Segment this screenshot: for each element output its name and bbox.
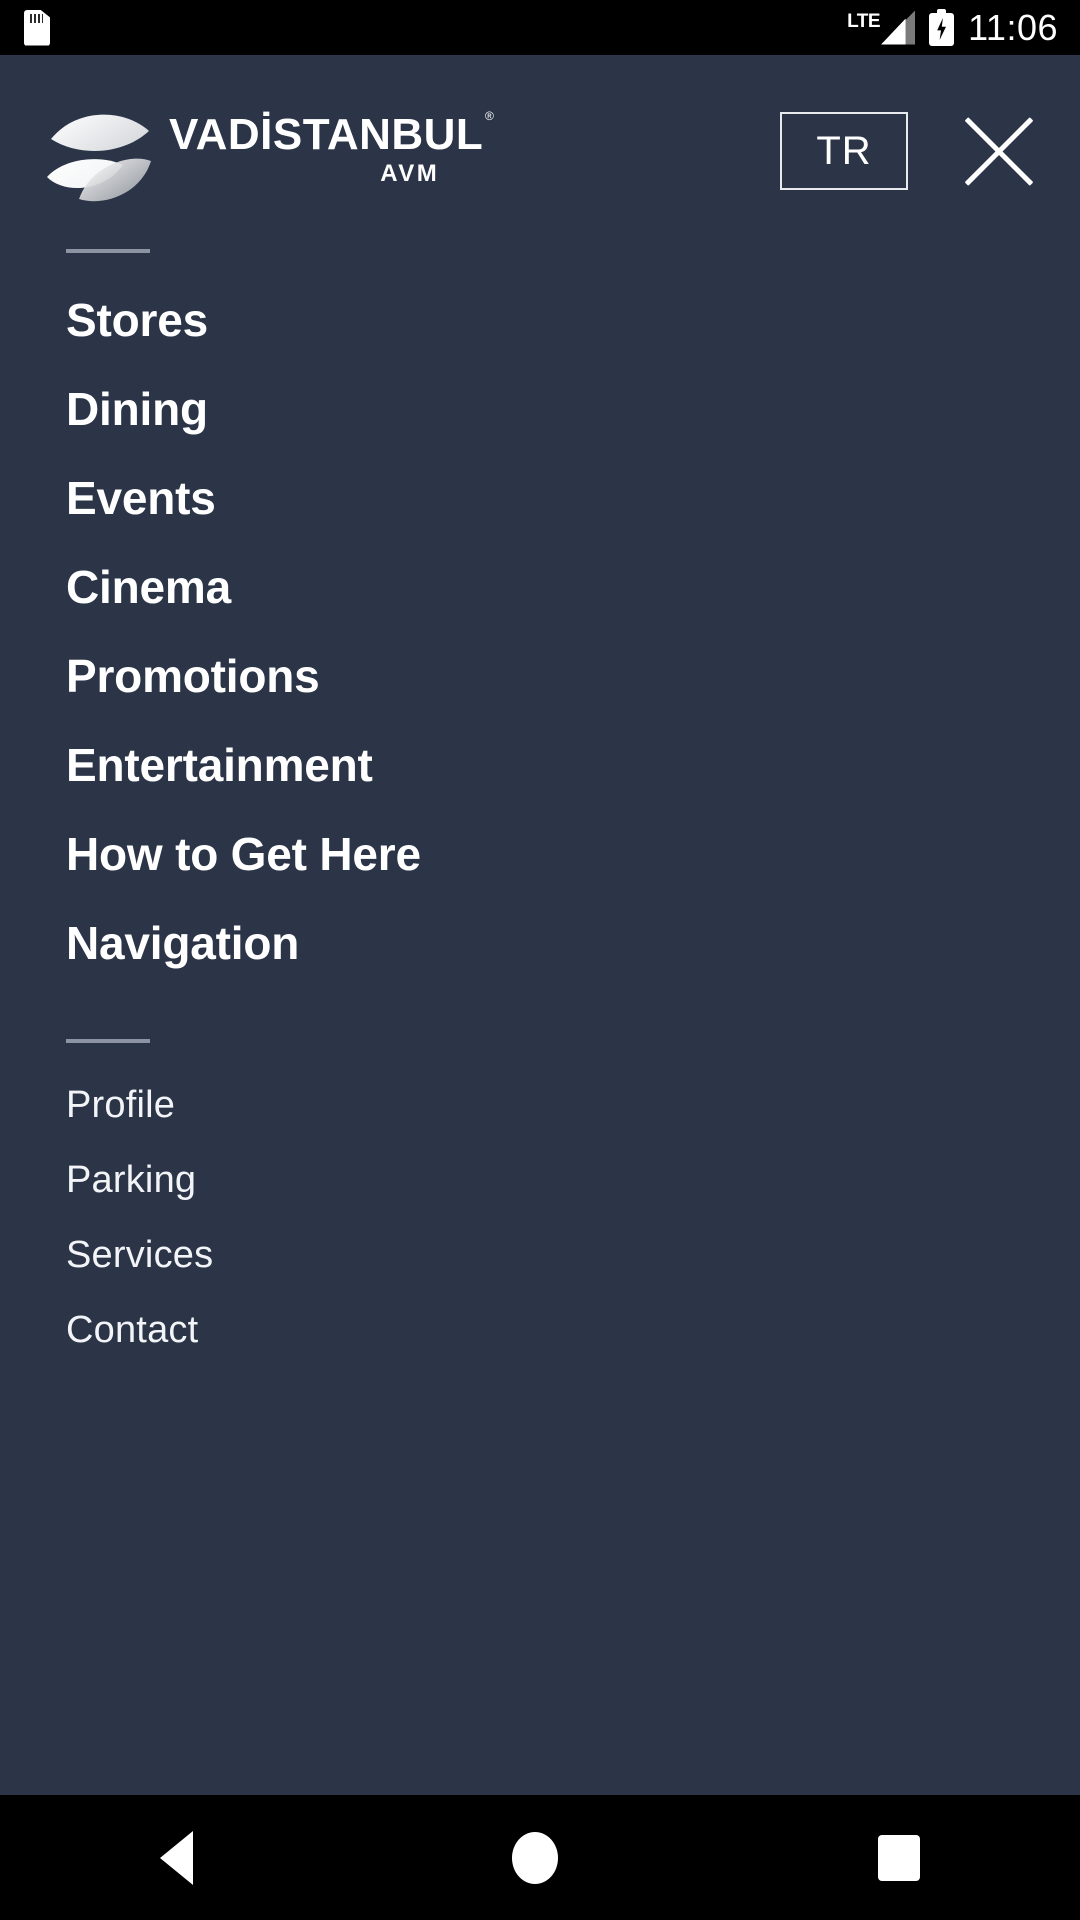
menu-item-events[interactable]: Events bbox=[66, 453, 1080, 542]
menu-item-parking[interactable]: Parking bbox=[66, 1142, 1080, 1217]
menu-item-dining[interactable]: Dining bbox=[66, 364, 1080, 453]
status-bar-clock: 11:06 bbox=[968, 6, 1058, 48]
status-bar-right: LTE 11:06 bbox=[847, 9, 1058, 46]
app-screen: LTE 11:06 VADİSTANBUL ® AVM TR Stores Di… bbox=[0, 0, 1080, 1920]
navigation-menu: Stores Dining Events Cinema Promotions E… bbox=[0, 205, 1080, 1795]
sd-card-icon bbox=[24, 9, 50, 46]
brand-wordmark: VADİSTANBUL ® AVM bbox=[169, 108, 495, 190]
app-header: VADİSTANBUL ® AVM TR bbox=[0, 55, 1080, 205]
battery-charging-icon bbox=[929, 9, 955, 46]
language-toggle-button[interactable]: TR bbox=[780, 112, 908, 190]
menu-item-stores[interactable]: Stores bbox=[66, 275, 1080, 364]
recents-square-icon[interactable] bbox=[878, 1834, 921, 1881]
brand-subtitle: AVM bbox=[380, 159, 440, 187]
android-navigation-bar bbox=[0, 1795, 1080, 1920]
brand-name: VADİSTANBUL ® bbox=[169, 108, 495, 159]
menu-item-navigation[interactable]: Navigation bbox=[66, 898, 1080, 987]
menu-item-how-to-get-here[interactable]: How to Get Here bbox=[66, 809, 1080, 898]
menu-item-promotions[interactable]: Promotions bbox=[66, 631, 1080, 720]
primary-menu-list: Stores Dining Events Cinema Promotions E… bbox=[66, 275, 1080, 987]
menu-item-entertainment[interactable]: Entertainment bbox=[66, 720, 1080, 809]
vadistanbul-leaf-logo bbox=[45, 99, 155, 204]
back-triangle-icon[interactable] bbox=[159, 1830, 193, 1885]
secondary-menu-list: Profile Parking Services Contact bbox=[66, 1067, 1080, 1367]
menu-item-services[interactable]: Services bbox=[66, 1217, 1080, 1292]
home-circle-icon[interactable] bbox=[512, 1831, 559, 1884]
registered-mark: ® bbox=[484, 108, 495, 123]
status-bar-left bbox=[24, 9, 50, 46]
menu-item-contact[interactable]: Contact bbox=[66, 1292, 1080, 1367]
signal-bars-icon: LTE bbox=[847, 10, 916, 45]
network-type-label: LTE bbox=[847, 10, 881, 32]
brand-logo[interactable]: VADİSTANBUL ® AVM bbox=[45, 99, 495, 204]
status-bar: LTE 11:06 bbox=[0, 0, 1080, 55]
menu-item-profile[interactable]: Profile bbox=[66, 1067, 1080, 1142]
menu-divider-bottom bbox=[66, 1039, 150, 1043]
close-icon[interactable] bbox=[956, 108, 1042, 194]
menu-item-cinema[interactable]: Cinema bbox=[66, 542, 1080, 631]
header-actions: TR bbox=[780, 108, 1042, 194]
menu-divider-top bbox=[66, 249, 150, 253]
